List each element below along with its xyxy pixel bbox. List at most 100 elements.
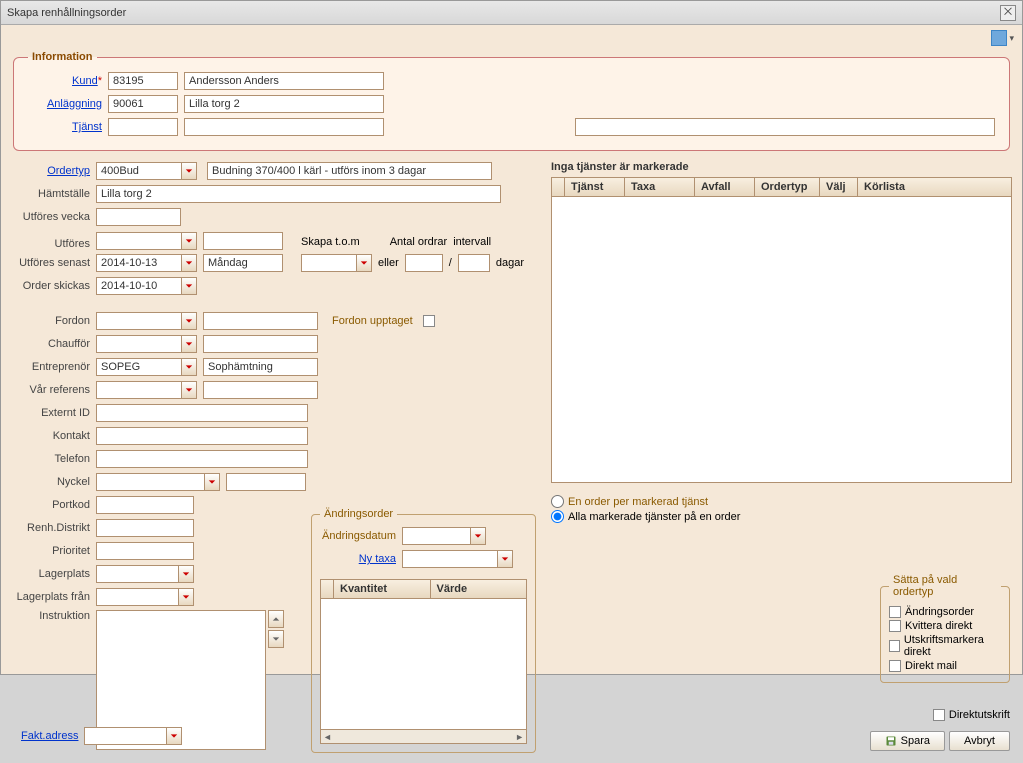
toolbar-dropdown-icon[interactable]: ▾ [1009, 33, 1014, 44]
fordon-input[interactable] [96, 312, 181, 330]
utfores-senast-day [203, 254, 283, 272]
dropdown-icon[interactable] [181, 335, 197, 353]
dropdown-icon[interactable] [204, 473, 220, 491]
utfores-senast-input[interactable] [96, 254, 181, 272]
entreprenor-input[interactable] [96, 358, 181, 376]
dropdown-icon[interactable] [181, 312, 197, 330]
dropdown-icon[interactable] [497, 550, 513, 568]
col-tjanst[interactable]: Tjänst [565, 178, 625, 196]
ny-taxa-combo[interactable] [402, 550, 513, 568]
nyckel-input[interactable] [96, 473, 204, 491]
intervall-input[interactable] [458, 254, 490, 272]
slash-label: / [443, 257, 458, 269]
direktutskrift-checkbox[interactable] [933, 709, 945, 721]
antal-ordrar-input[interactable] [405, 254, 443, 272]
lagerplats-combo[interactable] [96, 565, 194, 583]
dropdown-icon[interactable] [178, 565, 194, 583]
utfores-vecka-label: Utföres vecka [11, 211, 96, 223]
fakt-adress-combo[interactable] [84, 727, 182, 745]
dropdown-icon[interactable] [181, 381, 197, 399]
spara-button[interactable]: Spara [870, 731, 945, 751]
lagerplats-input[interactable] [96, 565, 178, 583]
window-close-button[interactable]: ⨉ [1000, 5, 1016, 21]
order-skickas-combo[interactable] [96, 277, 197, 295]
fakt-adress-link[interactable]: Fakt.adress [21, 730, 78, 742]
col-valj[interactable]: Välj [820, 178, 858, 196]
col-taxa[interactable]: Taxa [625, 178, 695, 196]
kund-link[interactable]: Kund [72, 75, 98, 87]
dropdown-icon[interactable] [181, 358, 197, 376]
instruktion-up-icon[interactable] [268, 610, 284, 628]
andringsdatum-combo[interactable] [402, 527, 486, 545]
avbryt-button[interactable]: Avbryt [949, 731, 1010, 751]
tjanster-grid-body[interactable] [552, 197, 1011, 482]
dropdown-icon[interactable] [166, 727, 182, 745]
toolbar-action-icon[interactable] [991, 30, 1007, 46]
externt-id-input[interactable] [96, 404, 308, 422]
skapa-tom-label: Skapa t.o.m [301, 236, 360, 248]
dagar-label: dagar [490, 257, 530, 269]
portkod-input[interactable] [96, 496, 194, 514]
order-skickas-input[interactable] [96, 277, 181, 295]
telefon-input[interactable] [96, 450, 308, 468]
hamtstalle-input[interactable] [96, 185, 501, 203]
dropdown-icon[interactable] [181, 277, 197, 295]
alla-order-radio[interactable] [551, 510, 564, 523]
ny-taxa-link[interactable]: Ny taxa [359, 553, 396, 565]
en-order-radio[interactable] [551, 495, 564, 508]
kund-input[interactable] [108, 72, 178, 90]
dropdown-icon[interactable] [356, 254, 372, 272]
andringsorder-checkbox[interactable] [889, 606, 901, 618]
lagerplats-fran-label: Lagerplats från [11, 591, 96, 603]
utskrift-checkbox[interactable] [889, 640, 900, 652]
ordertyp-combo[interactable] [96, 162, 197, 180]
ny-taxa-input[interactable] [402, 550, 497, 568]
var-referens-combo[interactable] [96, 381, 197, 399]
col-kvantitet[interactable]: Kvantitet [334, 580, 431, 598]
prioritet-input[interactable] [96, 542, 194, 560]
utfores-combo[interactable] [96, 232, 197, 250]
ordertyp-link[interactable]: Ordertyp [47, 165, 90, 177]
entreprenor-combo[interactable] [96, 358, 197, 376]
chauffor-input[interactable] [96, 335, 181, 353]
fakt-adress-input[interactable] [84, 727, 166, 745]
ordertyp-input[interactable] [96, 162, 181, 180]
nyckel-combo[interactable] [96, 473, 220, 491]
anlaggning-link[interactable]: Anläggning [47, 98, 102, 110]
nyckel-label: Nyckel [11, 476, 96, 488]
kontakt-input[interactable] [96, 427, 308, 445]
anlaggning-input[interactable] [108, 95, 178, 113]
chauffor-label: Chaufför [11, 338, 96, 350]
utfores-senast-combo[interactable] [96, 254, 197, 272]
lagerplats-fran-combo[interactable] [96, 588, 194, 606]
dropdown-icon[interactable] [181, 254, 197, 272]
skapa-tom-combo[interactable] [301, 254, 372, 272]
dropdown-icon[interactable] [181, 232, 197, 250]
kvittera-checkbox[interactable] [889, 620, 901, 632]
fordon-combo[interactable] [96, 312, 197, 330]
col-ordertyp[interactable]: Ordertyp [755, 178, 820, 196]
instruktion-down-icon[interactable] [268, 630, 284, 648]
col-korlista[interactable]: Körlista [858, 178, 1011, 196]
fordon-upptaget-checkbox[interactable] [423, 315, 435, 327]
lagerplats-fran-input[interactable] [96, 588, 178, 606]
andring-scrollbar[interactable]: ◄► [321, 729, 526, 743]
col-varde[interactable]: Värde [431, 580, 527, 598]
information-group: Information Kund* Anläggning Tjänst [13, 51, 1010, 151]
andringsdatum-input[interactable] [402, 527, 470, 545]
dropdown-icon[interactable] [181, 162, 197, 180]
utfores-vecka-input[interactable] [96, 208, 181, 226]
antal-ordrar-label: Antal ordrar [390, 236, 447, 248]
chauffor-combo[interactable] [96, 335, 197, 353]
utfores-input[interactable] [96, 232, 181, 250]
tjanst-link[interactable]: Tjänst [72, 121, 102, 133]
skapa-tom-input[interactable] [301, 254, 356, 272]
tjanst-input[interactable] [108, 118, 178, 136]
direkt-mail-checkbox[interactable] [889, 660, 901, 672]
var-referens-input[interactable] [96, 381, 181, 399]
andring-grid-body[interactable] [321, 599, 526, 729]
dropdown-icon[interactable] [178, 588, 194, 606]
renh-distrikt-input[interactable] [96, 519, 194, 537]
col-avfall[interactable]: Avfall [695, 178, 755, 196]
dropdown-icon[interactable] [470, 527, 486, 545]
